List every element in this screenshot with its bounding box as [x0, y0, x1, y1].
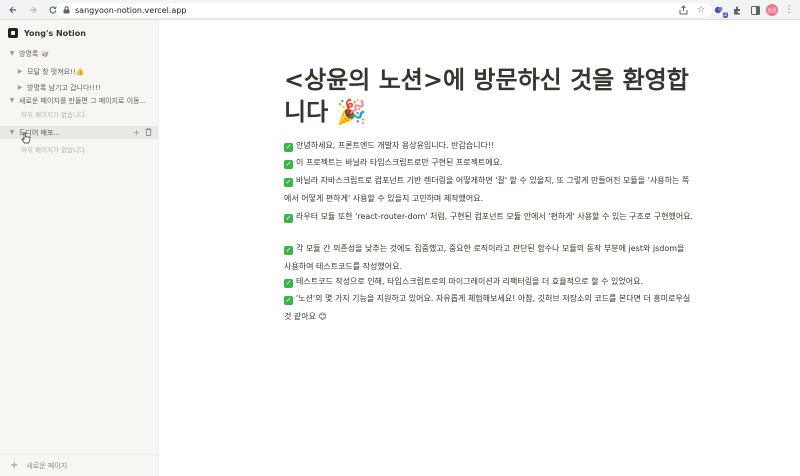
sidebar-item-label: 방명록 남기고 갑니다!!!! — [27, 83, 101, 92]
sidebar-item-new-page-move[interactable]: ▼ 새로운 페이지를 만들면 그 페이지로 이동... — [0, 94, 158, 107]
paragraph-text: 라우터 모듈 또한 'react-router-dom' 처럼, 구현된 컴포넌… — [296, 212, 694, 221]
paragraph[interactable]: ✓ 안녕하세요, 프론트엔드 개발자 용상윤입니다. 반갑습니다!! — [284, 137, 694, 155]
sidebar-item-label: 새로운 페이지를 만들면 그 페이지로 이동... — [19, 96, 147, 105]
paragraph[interactable]: ✓ 이 프로젝트는 바닐라 타입스크립트로만 구현된 프로젝트에요. — [284, 154, 694, 172]
puzzle-icon[interactable] — [730, 3, 744, 17]
add-subpage-icon[interactable]: + — [133, 128, 140, 137]
toggle-open-icon[interactable]: ▼ — [8, 129, 16, 136]
paragraph-text: 바닐라 자바스크립트로 컴포넌트 기반 렌더링을 어떻게하면 '잘' 할 수 있… — [284, 176, 690, 203]
bookmark-star-icon[interactable]: ☆ — [694, 3, 708, 17]
check-mark-icon: ✓ — [284, 143, 293, 152]
menu-kebab-icon[interactable]: ⋮ — [782, 3, 796, 17]
workspace-header[interactable]: Yong's Notion — [8, 28, 86, 38]
paragraph-text: '노션'의 몇 가지 기능을 지원하고 있어요. 자유롭게 체험해보세요! 아참… — [284, 294, 691, 321]
notion-logo-icon — [8, 28, 18, 38]
paragraph[interactable]: ✓ 바닐라 자바스크립트로 컴포넌트 기반 렌더링을 어떻게하면 '잘' 할 수 … — [284, 172, 694, 207]
paragraph-text: 테스트코드 작성으로 인해, 타입스크립트로의 마이그레이션과 리팩터링을 더 … — [296, 277, 643, 286]
paragraph-text: 각 모듈 간 의존성을 낮추는 것에도 집중했고, 중요한 로직이라고 판단된 … — [284, 244, 685, 271]
sidebar-item-guestbook[interactable]: ▼ 방명록 🥡 — [0, 47, 158, 60]
page-title-line: <상윤의 노션>에 방문하신 것을 환영합 — [284, 66, 689, 94]
toggle-closed-icon[interactable]: ▶ — [16, 84, 24, 91]
profile-avatar[interactable]: 상윤 — [766, 4, 778, 16]
check-mark-icon: ✓ — [284, 178, 293, 187]
check-mark-icon: ✓ — [284, 296, 293, 305]
empty-subpages-text: 하위 페이지가 없습니다. — [21, 111, 87, 119]
sidebar: Yong's Notion ▼ 방명록 🥡 ▶ 모달 창 멋져요!!👍 ▶ 방명… — [0, 20, 159, 476]
lock-icon — [62, 6, 70, 14]
address-bar[interactable]: sangyoon-notion.vercel.app — [56, 3, 712, 17]
url-text: sangyoon-notion.vercel.app — [75, 5, 187, 15]
toggle-closed-icon[interactable]: ▶ — [16, 68, 24, 75]
paragraph[interactable]: ✓ 테스트코드 작성으로 인해, 타입스크립트로의 마이그레이션과 리팩터링을 더… — [284, 273, 694, 291]
sidebar-item-label: 방명록 🥡 — [19, 49, 50, 58]
workspace-title: Yong's Notion — [24, 28, 86, 38]
new-page-label: 새로운 페이지 — [26, 461, 68, 470]
sidebar-item-modal[interactable]: ▶ 모달 창 멋져요!!👍 — [0, 65, 158, 78]
check-mark-icon: ✓ — [284, 246, 293, 255]
pointer-cursor-icon — [21, 132, 31, 144]
page-title[interactable]: <상윤의 노션>에 방문하신 것을 환영합 니다 🎉 — [284, 64, 704, 128]
sidepanel-icon[interactable] — [748, 3, 762, 17]
paragraph[interactable]: ✓ '노션'의 몇 가지 기능을 지원하고 있어요. 자유롭게 체험해보세요! 아… — [284, 290, 694, 325]
extension-icon[interactable]: 2 — [712, 3, 728, 18]
browser-toolbar: sangyoon-notion.vercel.app ☆ 2 상윤 ⋮ — [0, 0, 800, 20]
new-page-button[interactable]: + 새로운 페이지 — [0, 454, 158, 476]
back-icon[interactable] — [6, 3, 20, 17]
paragraph-text: 이 프로젝트는 바닐라 타입스크립트로만 구현된 프로젝트에요. — [296, 158, 503, 167]
page-title-line: 니다 🎉 — [284, 98, 367, 126]
share-icon[interactable] — [676, 3, 690, 17]
extension-badge: 2 — [722, 12, 728, 18]
page-content: <상윤의 노션>에 방문하신 것을 환영합 니다 🎉 ✓ 안녕하세요, 프론트엔드… — [160, 20, 800, 476]
forward-icon[interactable] — [26, 3, 40, 17]
paragraph[interactable]: ✓ 각 모듈 간 의존성을 낮추는 것에도 집중했고, 중요한 로직이라고 판단된… — [284, 240, 694, 275]
toggle-open-icon[interactable]: ▼ — [8, 50, 16, 57]
check-mark-icon: ✓ — [284, 160, 293, 169]
plus-icon: + — [10, 460, 19, 471]
check-mark-icon: ✓ — [284, 214, 293, 223]
paragraph[interactable]: ✓ 라우터 모듈 또한 'react-router-dom' 처럼, 구현된 컴포… — [284, 208, 694, 226]
check-mark-icon: ✓ — [284, 279, 293, 288]
sidebar-item-label: 모달 창 멋져요!!👍 — [27, 67, 85, 76]
paragraph-text: 안녕하세요, 프론트엔드 개발자 용상윤입니다. 반갑습니다!! — [296, 141, 495, 150]
empty-subpages-text: 하위 페이지가 없습니다. — [21, 146, 87, 154]
trash-icon[interactable] — [145, 127, 152, 138]
sidebar-item-guestbook-visit[interactable]: ▶ 방명록 남기고 갑니다!!!! — [0, 81, 158, 94]
toggle-open-icon[interactable]: ▼ — [8, 97, 16, 104]
